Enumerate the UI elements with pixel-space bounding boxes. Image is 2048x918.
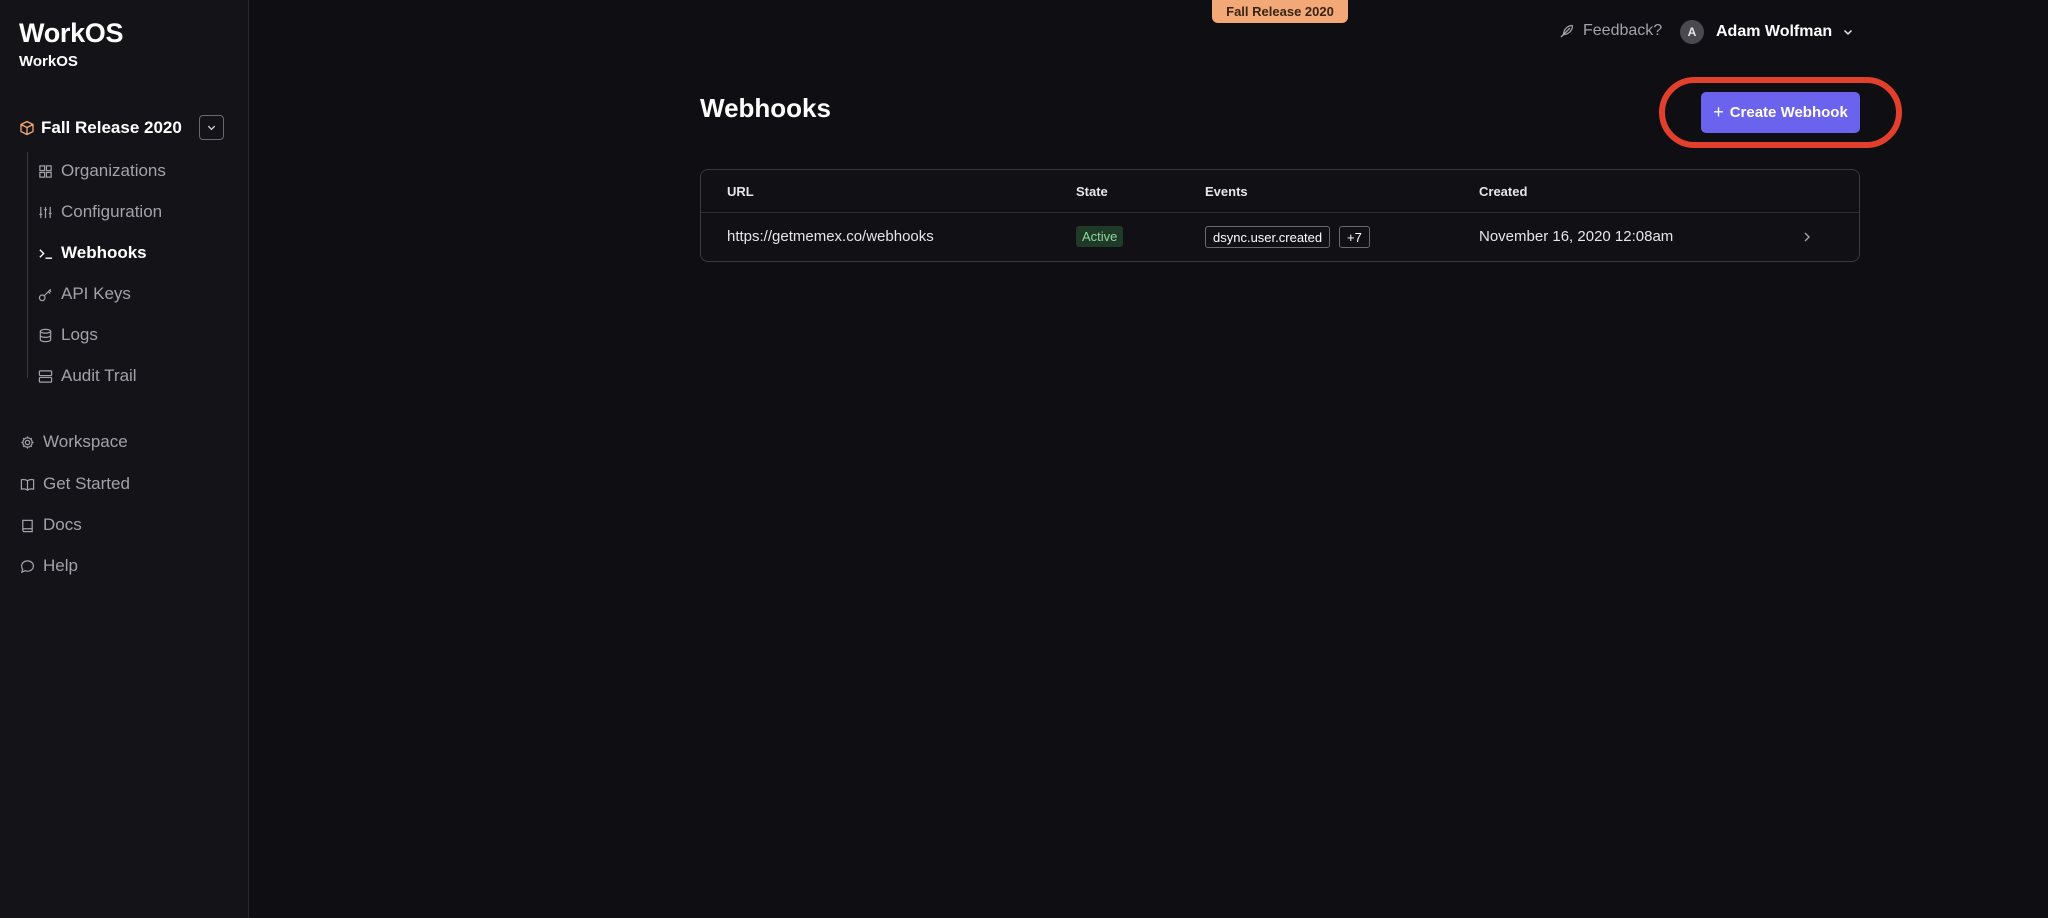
key-icon [37,286,53,302]
project-switcher[interactable]: Fall Release 2020 [19,115,224,141]
project-name: Fall Release 2020 [41,118,182,137]
webhooks-table: URL State Events Created https://getmeme… [700,169,1860,262]
user-name: Adam Wolfman [1716,23,1833,40]
create-webhook-label: Create Webhook [1729,104,1848,121]
table-header: URL State Events Created [701,170,1859,213]
chevron-down-icon [207,125,216,131]
avatar: A [1680,20,1704,44]
server-icon [37,368,53,384]
page-title: Webhooks [700,93,831,123]
sidebar-item-get-started[interactable]: Get Started [19,471,130,497]
sidebar-item-label: Get Started [43,474,130,493]
column-header-created: Created [1479,184,1528,199]
webhook-url: https://getmemex.co/webhooks [727,228,934,245]
sidebar-item-label: Docs [43,515,82,534]
create-webhook-button[interactable]: + Create Webhook [1701,92,1860,133]
chevron-down-icon [1844,29,1853,36]
chat-bubble-icon [19,558,35,574]
status-badge: Active [1076,226,1124,247]
sidebar-item-docs[interactable]: Docs [19,512,82,538]
sidebar-item-label: Configuration [61,202,163,221]
feedback-link[interactable]: Feedback? [1559,20,1662,42]
sidebar-item-label: Webhooks [61,243,147,262]
sidebar-item-organizations[interactable]: Organizations [37,158,166,184]
sidebar-item-api-keys[interactable]: API Keys [37,281,131,307]
column-header-url: URL [727,184,754,199]
sidebar-item-label: Organizations [61,161,166,180]
plus-icon: + [1713,102,1724,122]
sidebar-item-label: API Keys [61,284,131,303]
book-open-icon [19,476,35,492]
cube-icon [20,120,34,136]
feather-icon [1560,24,1574,38]
sidebar-item-workspace[interactable]: Workspace [19,429,128,455]
event-chip: dsync.user.created [1205,226,1331,248]
sliders-icon [37,204,53,220]
grid-icon [37,163,53,179]
sidebar-item-audit-trail[interactable]: Audit Trail [37,363,137,389]
gear-icon [19,434,35,450]
sidebar-item-webhooks[interactable]: Webhooks [37,240,147,266]
table-row[interactable]: https://getmemex.co/webhooks Active dsyn… [701,213,1859,262]
sidebar-item-label: Workspace [43,432,128,451]
database-icon [37,327,53,343]
more-events-chip: +7 [1339,226,1370,248]
feedback-label: Feedback? [1583,22,1663,39]
brand-subtitle: WorkOS [19,53,78,70]
sidebar-item-configuration[interactable]: Configuration [37,199,162,225]
sidebar-item-label: Logs [61,325,98,344]
sidebar-item-logs[interactable]: Logs [37,322,98,348]
book-icon [19,517,35,533]
user-menu[interactable]: A Adam Wolfman [1680,19,1854,45]
release-banner: Fall Release 2020 [1212,0,1348,23]
sidebar-item-help[interactable]: Help [19,553,78,579]
column-header-events: Events [1205,184,1248,199]
sidebar: WorkOS WorkOS Fall Release 2020 Organiza… [0,0,249,918]
created-date: November 16, 2020 12:08am [1479,228,1674,245]
project-dropdown-button[interactable] [199,115,224,140]
brand-title: WorkOS [19,18,124,48]
nav-tree-line [27,152,28,378]
sidebar-item-label: Audit Trail [61,366,137,385]
chevron-right-icon [1804,232,1810,242]
column-header-state: State [1076,184,1108,199]
sidebar-item-label: Help [43,556,78,575]
terminal-icon [37,245,53,261]
